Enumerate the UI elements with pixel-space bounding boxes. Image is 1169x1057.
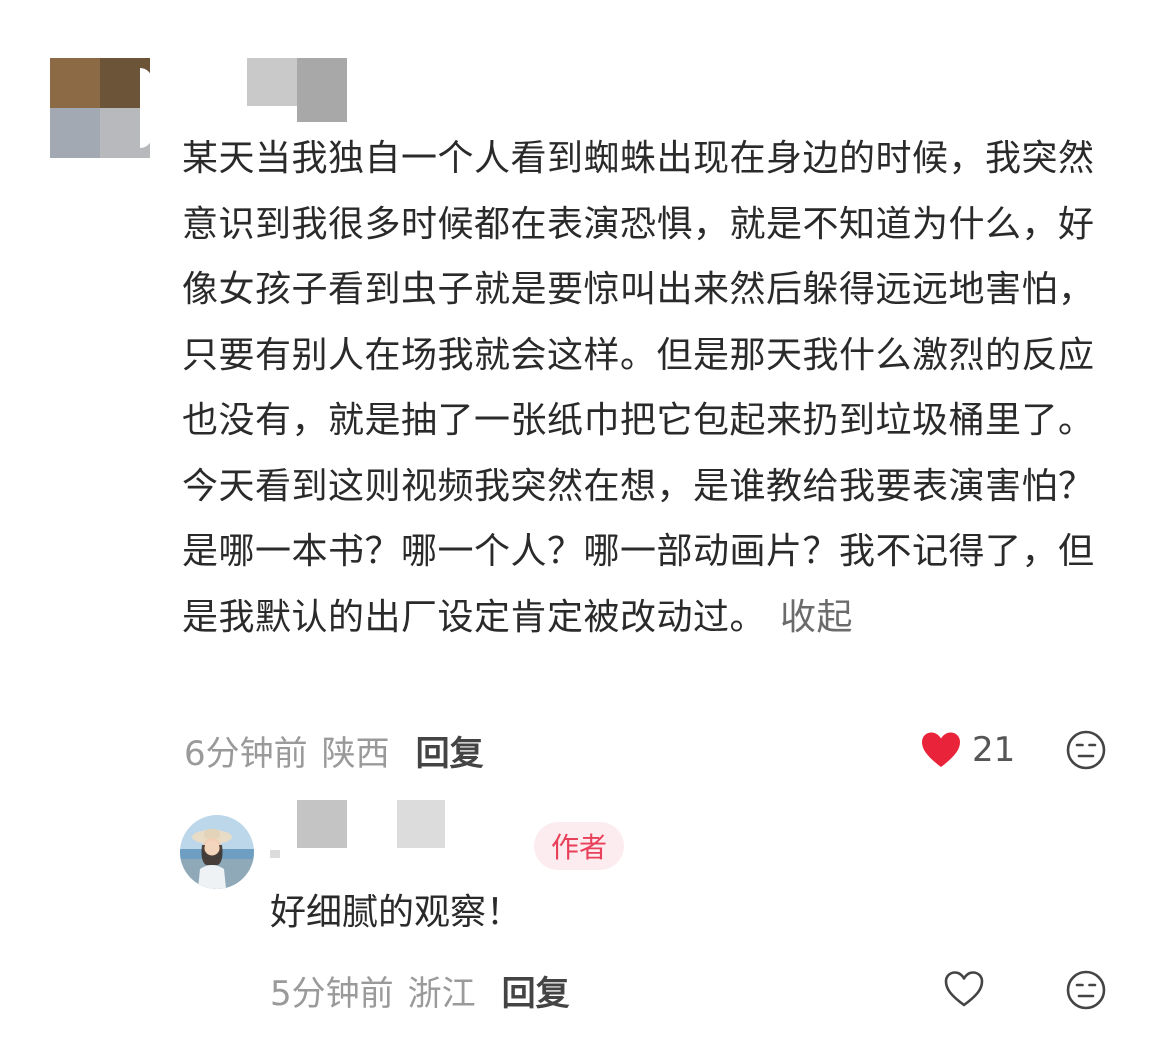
comment-text: 某天当我独自一个人看到蜘蛛出现在身边的时候，我突然意识到我很多时候都在表演恐惧，…: [182, 138, 1095, 638]
name-mosaic-cell: [247, 58, 297, 106]
commenter-avatar[interactable]: [50, 58, 150, 158]
author-name-blurred[interactable]: [270, 800, 450, 862]
name-mosaic-cell: [297, 800, 347, 848]
reply-dislike-button[interactable]: [1065, 969, 1107, 1011]
neutral-face-icon: [1066, 970, 1106, 1010]
like-button[interactable]: 21: [920, 726, 1015, 774]
commenter-name-blurred[interactable]: [247, 58, 347, 122]
neutral-face-icon: [1066, 730, 1106, 770]
author-avatar[interactable]: [180, 815, 254, 889]
comment-region: 陕西: [321, 733, 390, 774]
comment-body: 某天当我独自一个人看到蜘蛛出现在身边的时候，我突然意识到我很多时候都在表演恐惧，…: [182, 126, 1102, 650]
name-mosaic-cell: [297, 58, 347, 122]
comment-meta: 6分钟前 陕西 回复: [184, 726, 484, 774]
reply-like-button[interactable]: [943, 970, 985, 1010]
collapse-button[interactable]: 收起: [780, 597, 853, 638]
avatar-edge: [140, 68, 150, 148]
like-count: 21: [972, 730, 1016, 770]
name-mosaic-cell: [397, 800, 445, 848]
author-avatar-image: [180, 815, 254, 889]
reply-reply-button[interactable]: 回复: [502, 966, 570, 1015]
name-mosaic-cell: [270, 850, 280, 858]
avatar-mosaic-cell: [50, 58, 100, 108]
reply-region: 浙江: [407, 973, 476, 1014]
avatar-mosaic-cell: [50, 108, 100, 158]
reply-button[interactable]: 回复: [416, 726, 484, 775]
heart-outline-icon: [944, 971, 984, 1007]
author-badge: 作者: [534, 822, 624, 870]
reply-body: 好细腻的观察！: [270, 892, 523, 933]
reply-time: 5分钟前: [270, 973, 394, 1014]
dislike-button[interactable]: [1065, 729, 1107, 771]
reply-meta: 5分钟前 浙江 回复: [270, 966, 570, 1014]
comment-time: 6分钟前: [184, 733, 308, 774]
heart-filled-icon: [922, 732, 960, 767]
